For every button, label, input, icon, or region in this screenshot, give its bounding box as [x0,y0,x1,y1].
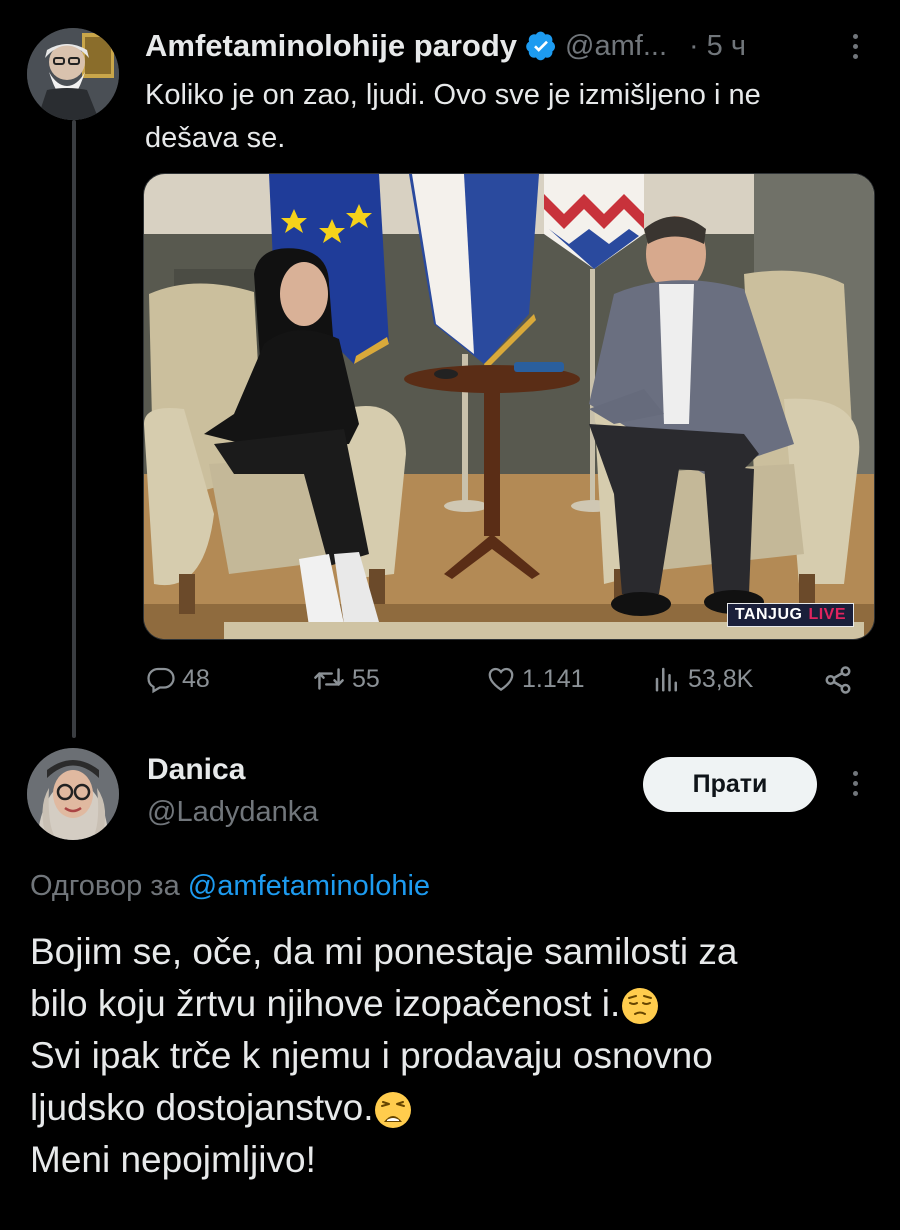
author-handle[interactable]: @amf... [565,30,667,63]
share-action[interactable] [823,665,853,695]
retweet-icon [314,668,344,690]
reply-count: 48 [182,664,210,693]
views-count: 53,8K [688,664,754,693]
reply-author-handle[interactable]: @Ladydanka [147,796,318,829]
reply-text-line: Meni nepojmljivo! [30,1139,316,1180]
tweet-media-image[interactable]: TANJUG LIVE [143,173,875,640]
reply-author-name[interactable]: Danica [147,753,245,787]
tweet-text-line: Koliko je on zao, ljudi. Ovo sve je izmi… [145,79,761,111]
views-icon [655,667,677,692]
reply-text-line: bilo koju žrtvu njihove izopačenost i. [30,983,621,1024]
reply-text-line: Bojim se, oče, da mi ponestaje samilosti… [30,931,738,972]
tweet-text-line: dešava se. [145,122,286,154]
tanjug-live-watermark: TANJUG LIVE [726,603,854,627]
reply-author-avatar[interactable] [27,748,119,840]
author-avatar[interactable] [27,28,119,120]
reply-icon [147,667,175,694]
heart-icon [488,667,514,691]
reply-text-line: Svi ipak trče k njemu i prodavaju osnovn… [30,1035,713,1076]
reply-more-options-icon[interactable] [849,771,861,796]
reply-text-line: ljudsko dostojanstvo. [30,1087,374,1128]
like-action[interactable]: 1.141 [486,664,585,694]
watermark-main: TANJUG [734,606,803,623]
follow-button[interactable]: Прати [643,757,817,812]
share-icon [825,666,851,694]
replying-to-prefix: Одговор за [30,870,180,902]
pensive-face-icon [622,988,659,1025]
weary-face-icon [375,1092,412,1129]
watermark-live: LIVE [808,606,846,623]
retweet-action[interactable]: 55 [312,664,380,694]
tweet-time[interactable]: 5 ч [707,30,746,63]
retweet-count: 55 [352,664,380,693]
more-options-icon[interactable] [849,34,861,59]
separator-dot: · [689,29,699,62]
verified-badge-icon [526,31,556,61]
reply-action[interactable]: 48 [146,664,210,694]
author-name[interactable]: Amfetaminolohije parody [145,28,517,64]
views-action[interactable]: 53,8K [652,664,753,694]
replying-to-link[interactable]: @amfetaminolohie [188,870,430,902]
thread-line [72,120,76,738]
like-count: 1.141 [522,664,585,693]
